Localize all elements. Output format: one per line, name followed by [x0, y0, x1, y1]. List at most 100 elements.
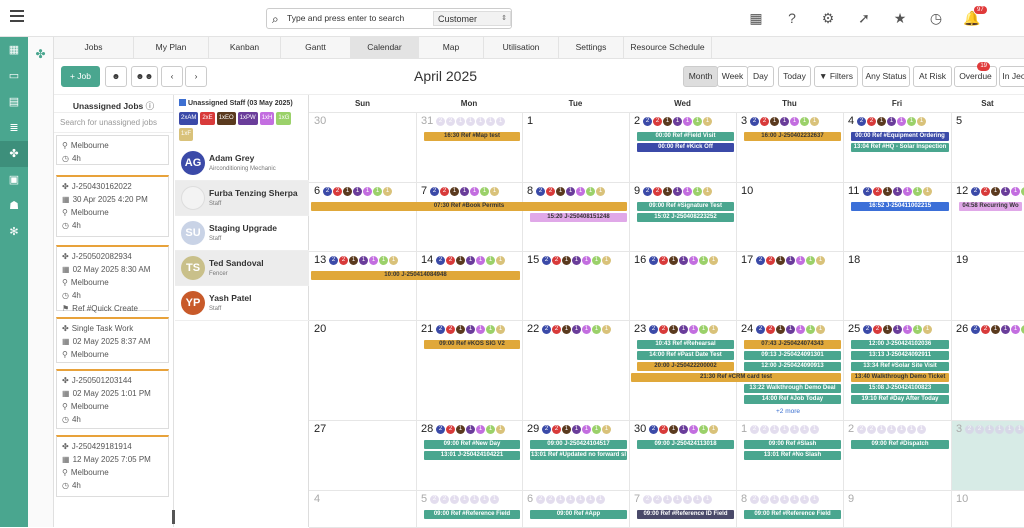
staff-dot[interactable]: 1 — [456, 117, 465, 126]
staff-dot[interactable]: 1 — [893, 325, 902, 334]
staff-dot[interactable]: 1 — [786, 325, 795, 334]
day-number[interactable]: 10 — [741, 185, 753, 197]
calendar-event[interactable]: 00:00 Ref #Field Visit — [637, 132, 734, 141]
day-number[interactable]: 18 — [848, 254, 860, 266]
staff-dot[interactable]: 1 — [490, 187, 499, 196]
staff-dot[interactable]: 2 — [329, 256, 338, 265]
unassigned-job-card[interactable]: ✤ J-250502082934 ▦ 02 May 2025 8:30 AM ⚲ Melb… — [56, 245, 169, 313]
staff-dot[interactable]: 1 — [689, 256, 698, 265]
staff-dot[interactable]: 1 — [800, 117, 809, 126]
info-icon[interactable]: ⓘ — [146, 101, 155, 111]
calendar-event[interactable]: 15:20 J-250408151248 — [530, 213, 627, 222]
staff-dot[interactable]: 1 — [359, 256, 368, 265]
staff-dot[interactable]: 1 — [476, 325, 485, 334]
calendar-event[interactable]: 09:00 Ref #Signature Test — [637, 202, 734, 211]
skill-chip[interactable]: 1xF — [179, 128, 194, 141]
staff-dot[interactable]: 1 — [780, 495, 789, 504]
staff-dot[interactable]: 2 — [649, 325, 658, 334]
tab-jobs[interactable]: Jobs — [54, 37, 134, 58]
calendar-event[interactable]: 10:43 Ref #Rehearsal — [637, 340, 734, 349]
staff-dot[interactable]: 1 — [786, 256, 795, 265]
calendar-event[interactable]: 13:01 J-250424104221 — [424, 451, 520, 460]
day-number[interactable]: 23 — [634, 323, 646, 335]
calendar-event[interactable]: 00:00 Ref #Kick Off — [637, 143, 734, 152]
staff-dot[interactable]: 1 — [576, 495, 585, 504]
staff-dot[interactable]: 1 — [663, 495, 672, 504]
staff-dot[interactable]: 1 — [893, 187, 902, 196]
staff-dot[interactable]: 1 — [456, 325, 465, 334]
staff-dot[interactable]: 2 — [760, 495, 769, 504]
more-events-link[interactable]: +2 more — [776, 408, 800, 415]
search-input[interactable]: Type and press enter to search — [287, 13, 404, 23]
day-number[interactable]: 26 — [956, 323, 968, 335]
staff-dot[interactable]: 1 — [780, 425, 789, 434]
calendar-event[interactable]: 13:01 Ref #Updated no forward sl — [530, 451, 627, 460]
staff-dot[interactable]: 1 — [343, 187, 352, 196]
filters-button[interactable]: ▼ Filters — [814, 66, 858, 87]
staff-dot[interactable]: 1 — [592, 256, 601, 265]
staff-dot[interactable]: 2 — [857, 117, 866, 126]
calendar-event[interactable]: 13:40 Walkthrough Demo Ticket — [851, 373, 949, 382]
day-number[interactable]: 22 — [527, 323, 539, 335]
staff-dot[interactable]: 1 — [703, 495, 712, 504]
staff-dot[interactable]: 1 — [796, 325, 805, 334]
staff-dot[interactable]: 2 — [756, 256, 765, 265]
staff-dot[interactable]: 1 — [703, 117, 712, 126]
calendar-event[interactable]: 00:00 Ref #Equipment Ordering — [851, 132, 949, 141]
staff-dot[interactable]: 1 — [363, 187, 372, 196]
calendar-event[interactable]: 09:00 J-250424113018 — [637, 440, 734, 449]
calendar-event[interactable]: 09:00 Ref #Slash — [744, 440, 841, 449]
staff-dot[interactable]: 1 — [592, 425, 601, 434]
staff-dot[interactable]: 1 — [790, 117, 799, 126]
staff-dot[interactable]: 1 — [699, 425, 708, 434]
day-number[interactable]: 4 — [848, 115, 854, 127]
group-filter-icon[interactable]: ☻☻ — [131, 66, 158, 87]
staff-dot[interactable]: 2 — [446, 325, 455, 334]
staff-dot[interactable]: 2 — [643, 117, 652, 126]
day-number[interactable]: 28 — [421, 423, 433, 435]
staff-row[interactable]: Furba Tenzing Sherpa Staff — [175, 181, 309, 216]
document-icon[interactable]: ▤ — [0, 89, 28, 115]
user-filter-icon[interactable]: ☻ — [105, 66, 127, 87]
staff-dot[interactable]: 1 — [566, 495, 575, 504]
dashboard-icon[interactable]: ▦ — [0, 37, 28, 63]
view-month-button[interactable]: Month — [683, 66, 718, 87]
staff-dot[interactable]: 2 — [440, 495, 449, 504]
staff-dot[interactable]: 1 — [810, 495, 819, 504]
staff-dot[interactable]: 1 — [596, 495, 605, 504]
staff-dot[interactable]: 1 — [790, 425, 799, 434]
tab-settings[interactable]: Settings — [559, 37, 624, 58]
calendar-event[interactable]: 14:00 Ref #Job Today — [744, 395, 841, 404]
staff-dot[interactable]: 1 — [669, 425, 678, 434]
day-number[interactable]: 5 — [956, 115, 962, 127]
day-number[interactable]: 13 — [314, 254, 326, 266]
day-number[interactable]: 3 — [956, 423, 962, 435]
staff-dot[interactable]: 2 — [546, 495, 555, 504]
calendar-event[interactable]: 21:30 Ref #CRM card test — [631, 373, 841, 382]
staff-dot[interactable]: 1 — [450, 187, 459, 196]
global-search[interactable]: ⌕ Type and press enter to search Custome… — [266, 8, 512, 29]
staff-dot[interactable]: 1 — [770, 425, 779, 434]
day-number[interactable]: 6 — [314, 185, 320, 197]
checkbox-icon[interactable] — [179, 99, 186, 106]
overdue-button[interactable]: Overdue 19 — [954, 62, 997, 87]
staff-dot[interactable]: 1 — [673, 187, 682, 196]
calendar-event[interactable]: 09:00 Ref #Reference Field — [424, 510, 520, 519]
unassigned-search-input[interactable]: Search for unassigned jobs — [54, 113, 173, 133]
day-number[interactable]: 15 — [527, 254, 539, 266]
staff-dot[interactable]: 1 — [470, 187, 479, 196]
staff-dot[interactable]: 1 — [663, 187, 672, 196]
staff-dot[interactable]: 1 — [709, 256, 718, 265]
staff-dot[interactable]: 2 — [546, 187, 555, 196]
add-job-button[interactable]: + Job — [61, 66, 100, 87]
menu-icon[interactable] — [10, 10, 24, 22]
staff-dot[interactable]: 1 — [1011, 325, 1020, 334]
day-number[interactable]: 29 — [527, 423, 539, 435]
help-icon[interactable]: ? — [774, 10, 810, 27]
staff-dot[interactable]: 1 — [379, 256, 388, 265]
staff-dot[interactable]: 2 — [430, 187, 439, 196]
staff-dot[interactable]: 1 — [770, 495, 779, 504]
staff-dot[interactable]: 1 — [480, 495, 489, 504]
staff-dot[interactable]: 1 — [991, 187, 1000, 196]
day-number[interactable]: 3 — [741, 115, 747, 127]
